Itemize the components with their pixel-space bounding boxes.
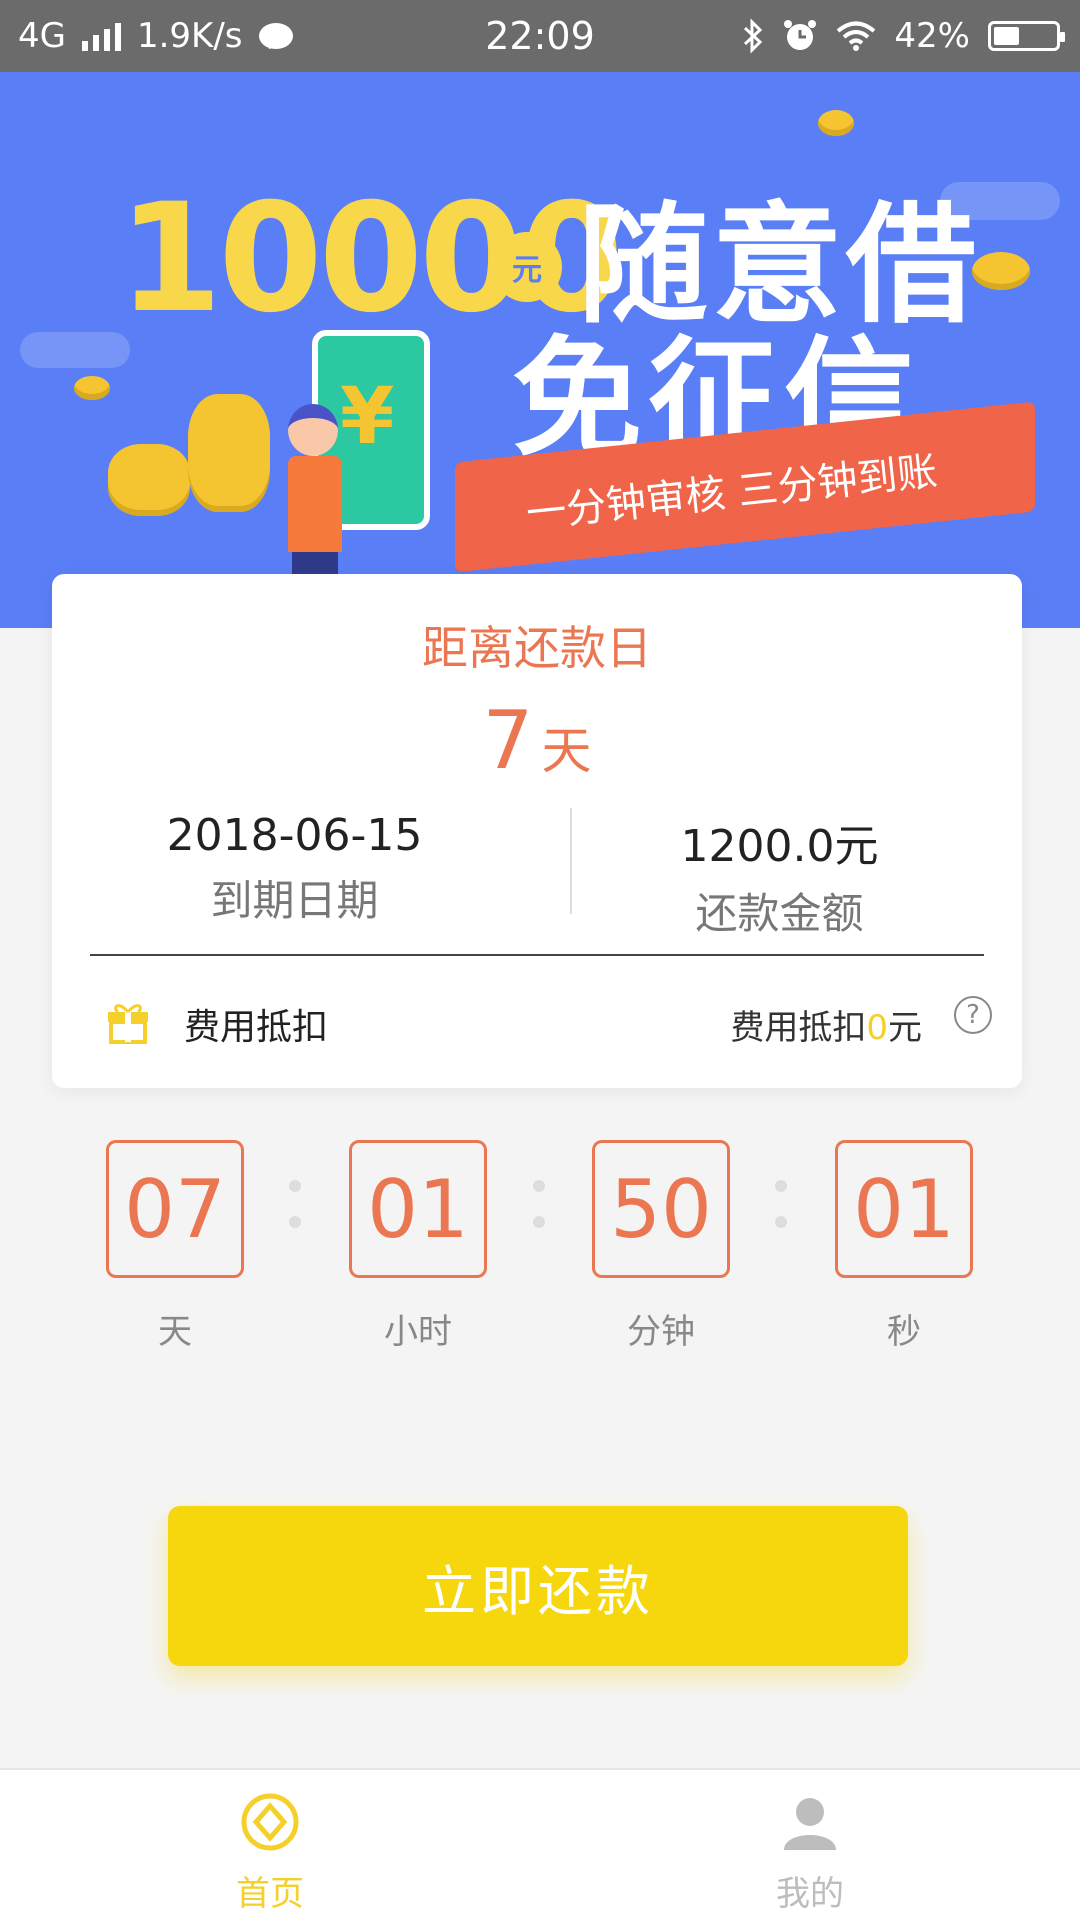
countdown-seconds-label: 秒 xyxy=(887,1312,921,1352)
promo-banner[interactable]: 10000 元 随意借 免征信 一分钟审核 三分钟到账 ¥ xyxy=(0,72,1080,628)
person-illustration-head xyxy=(288,404,338,456)
fee-deduction-amount: 费用抵扣0元 xyxy=(730,1000,922,1049)
repay-amount-label: 还款金额 xyxy=(695,889,864,938)
countdown-separator xyxy=(288,1180,302,1240)
countdown-hours: 01 xyxy=(349,1140,487,1278)
tab-mine[interactable]: 我的 xyxy=(540,1770,1080,1920)
coin-stack xyxy=(188,394,270,512)
fee-deduction-row[interactable]: 费用抵扣 费用抵扣0元 ? xyxy=(52,970,1022,1070)
tab-home-label: 首页 xyxy=(236,1874,304,1914)
yen-icon: ¥ xyxy=(340,372,395,462)
tab-home[interactable]: 首页 xyxy=(0,1770,540,1920)
repay-now-button[interactable]: 立即还款 xyxy=(168,1506,908,1666)
person-illustration-body xyxy=(288,456,342,552)
due-date-value: 2018-06-15 xyxy=(166,810,423,861)
fee-deduction-suffix: 元 xyxy=(888,1008,922,1048)
countdown-hours-label: 小时 xyxy=(384,1312,452,1352)
days-number: 7 xyxy=(482,694,534,787)
wifi-icon xyxy=(837,21,876,51)
countdown-seconds: 01 xyxy=(835,1140,973,1278)
amount-block: 1200.0元 还款金额 xyxy=(537,810,1022,941)
fee-deduction-prefix: 费用抵扣 xyxy=(730,1008,867,1048)
countdown-days: 07 xyxy=(106,1140,244,1278)
bluetooth-icon xyxy=(744,18,763,54)
currency-badge: 元 xyxy=(492,232,562,302)
user-icon xyxy=(784,1798,836,1850)
coin-decoration xyxy=(818,110,854,136)
gift-icon xyxy=(108,1004,148,1044)
due-date-label: 到期日期 xyxy=(210,876,379,925)
fee-deduction-label: 费用抵扣 xyxy=(184,1007,329,1048)
bottom-tab-bar: 首页 我的 xyxy=(0,1768,1080,1920)
countdown-days-label: 天 xyxy=(158,1312,192,1352)
due-date-block: 2018-06-15 到期日期 xyxy=(52,810,537,928)
fee-deduction-value: 0 xyxy=(866,1008,888,1048)
coin-stack xyxy=(108,444,190,516)
cloud-decoration xyxy=(20,332,130,368)
home-coin-icon xyxy=(241,1793,299,1851)
repayment-card: 距离还款日 7天 2018-06-15 到期日期 1200.0元 还款金额 费用… xyxy=(52,574,1022,1088)
battery-icon xyxy=(988,21,1065,51)
battery-fill xyxy=(994,27,1019,45)
battery-percent: 42% xyxy=(894,16,970,56)
days-unit: 天 xyxy=(541,722,592,780)
repay-amount-value: 1200.0元 xyxy=(680,821,879,872)
help-icon[interactable]: ? xyxy=(954,996,992,1034)
tab-mine-label: 我的 xyxy=(776,1874,844,1914)
alarm-icon xyxy=(784,20,817,50)
countdown-separator xyxy=(532,1180,546,1240)
days-remaining: 7天 xyxy=(52,694,1022,787)
countdown-minutes-label: 分钟 xyxy=(627,1312,695,1352)
card-divider xyxy=(90,954,984,956)
status-right: 42% xyxy=(742,0,1065,72)
coin-decoration xyxy=(972,252,1030,290)
status-bar: 4G 1.9K/s 22:09 42% xyxy=(0,0,1080,72)
countdown-minutes: 50 xyxy=(592,1140,730,1278)
countdown-separator xyxy=(774,1180,788,1240)
repayment-countdown-title: 距离还款日 xyxy=(422,621,652,675)
coin-decoration xyxy=(74,376,110,400)
